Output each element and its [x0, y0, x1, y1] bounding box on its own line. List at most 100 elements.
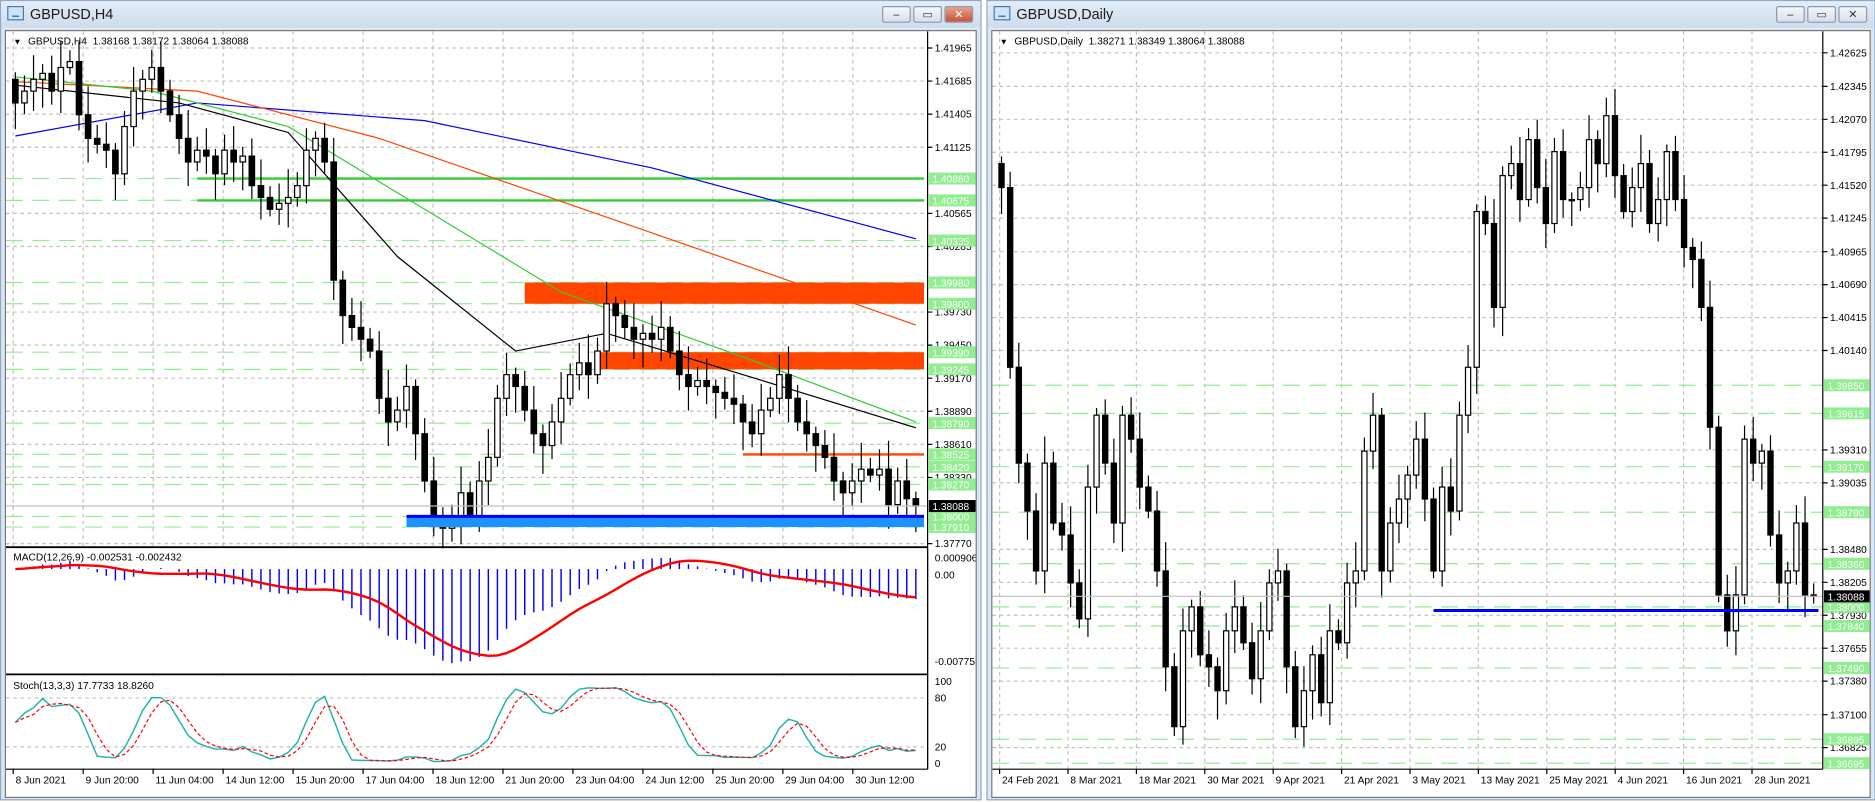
candle: [657, 301, 665, 362]
candle: [102, 122, 110, 168]
candle: [1793, 505, 1800, 585]
candle: [1395, 474, 1403, 544]
chart-symbol: GBPUSD,Daily: [1014, 34, 1083, 47]
candle: [1464, 344, 1472, 434]
candle-body: [1395, 498, 1403, 524]
candle: [1300, 666, 1308, 747]
level-price-label: 1.38270: [932, 481, 969, 492]
candle: [1352, 542, 1359, 608]
candle-body: [712, 385, 720, 393]
level-price-label: 1.40675: [932, 197, 969, 208]
candle: [84, 86, 92, 163]
title-bar[interactable]: GBPUSD,H4 – ▭ ✕: [1, 1, 981, 28]
h4-chart[interactable]: ▼ GBPUSD,H4 1.38168 1.38172 1.38064 1.38…: [4, 30, 982, 799]
price-tick-label: 1.38205: [1830, 578, 1867, 589]
candle-body: [284, 196, 292, 204]
candle-body: [39, 72, 46, 80]
chart-ohlc: 1.38271 1.38349 1.38064 1.38088: [1088, 34, 1245, 47]
candle: [894, 467, 901, 514]
time-axis-label: 28 Jun 2021: [1754, 776, 1810, 787]
candle-body: [212, 155, 219, 175]
title-bar[interactable]: GBPUSD,Daily – ▭ ✕: [987, 1, 1875, 28]
candle-body: [266, 196, 274, 210]
candle-body: [575, 362, 583, 376]
collapse-triangle-icon[interactable]: ▼: [13, 38, 21, 46]
candle-body: [421, 433, 428, 482]
candle-body: [1456, 414, 1463, 512]
candle: [112, 143, 119, 201]
candle: [121, 110, 128, 186]
window-title: GBPUSD,H4: [30, 6, 114, 23]
candle-body: [739, 403, 747, 423]
candle: [1810, 583, 1817, 604]
candle: [1292, 650, 1299, 739]
collapse-triangle-icon[interactable]: ▼: [1000, 38, 1008, 46]
candle: [1594, 130, 1601, 193]
candle: [1102, 399, 1109, 475]
daily-chart-canvas[interactable]: 1.42625 1.42345 1.42070 1.41795 1.41520 1.412…: [992, 31, 1875, 797]
minimize-button[interactable]: –: [882, 6, 911, 23]
price-tick-label: 1.41520: [1830, 181, 1867, 192]
candle-body: [1248, 642, 1256, 680]
candle: [694, 367, 701, 396]
time-axis-label: 21 Jun 20:00: [505, 776, 564, 787]
close-button[interactable]: ✕: [1838, 6, 1868, 23]
candle-body: [485, 456, 492, 482]
candle-body: [803, 421, 811, 435]
candle-body: [830, 456, 838, 482]
candle: [1179, 608, 1187, 745]
price-tick-label: 1.41405: [935, 110, 972, 121]
level-price-label: 1.38360: [1828, 560, 1865, 571]
candle-body: [867, 468, 874, 476]
candle-body: [1680, 198, 1688, 249]
candle: [730, 374, 738, 425]
level-price-label: 1.39170: [1828, 463, 1865, 474]
candle: [594, 337, 601, 384]
candle-body: [1482, 210, 1489, 225]
candle: [384, 369, 392, 447]
time-axis-label: 3 May 2021: [1412, 776, 1466, 787]
candle: [1646, 149, 1653, 233]
candle-body: [248, 155, 256, 187]
candle-body: [239, 155, 247, 163]
candle-body: [685, 374, 692, 388]
candle-body: [84, 114, 92, 139]
candle: [548, 404, 556, 460]
candle: [1698, 241, 1705, 322]
candle-body: [1300, 690, 1308, 728]
restore-button[interactable]: ▭: [913, 6, 943, 23]
candle-body: [102, 143, 110, 151]
candle-body: [157, 66, 165, 92]
candle-body: [430, 480, 438, 518]
candle-body: [1326, 630, 1334, 704]
candle: [1413, 421, 1420, 489]
candle: [485, 429, 492, 506]
candle-body: [1283, 570, 1290, 668]
price-tick-label: 1.40140: [1830, 346, 1867, 357]
candle-body: [1093, 414, 1100, 488]
candle-body: [1335, 630, 1342, 644]
candle: [421, 418, 428, 493]
candle: [712, 379, 720, 419]
candle: [1482, 195, 1489, 236]
candle-body: [1361, 450, 1368, 572]
candle-body: [1525, 139, 1532, 201]
candle: [212, 149, 219, 201]
price-tick-label: 1.39310: [1830, 446, 1867, 457]
candle: [1067, 506, 1074, 608]
candle: [1369, 392, 1377, 470]
candle-body: [1006, 186, 1014, 368]
time-axis-label: 14 Jun 12:00: [226, 776, 285, 787]
candle-body: [912, 498, 920, 507]
candle: [93, 124, 101, 154]
level-price-label: 1.40335: [932, 237, 969, 248]
candle: [1689, 238, 1696, 289]
close-button[interactable]: ✕: [944, 6, 974, 23]
minimize-button[interactable]: –: [1776, 6, 1805, 23]
time-axis-label: 4 Jun 2021: [1618, 776, 1669, 787]
candle: [1784, 561, 1791, 612]
restore-button[interactable]: ▭: [1807, 6, 1837, 23]
candle: [1551, 137, 1558, 233]
daily-chart[interactable]: ▼ GBPUSD,Daily 1.38271 1.38349 1.38064 1…: [991, 30, 1875, 799]
candle-body: [494, 397, 501, 458]
